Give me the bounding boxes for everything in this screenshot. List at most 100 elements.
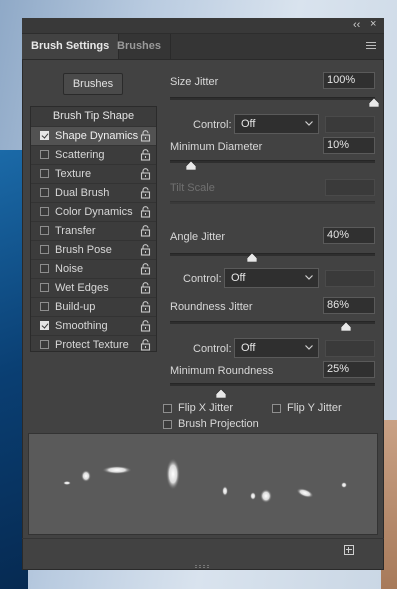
roundness-control-extra-field — [325, 340, 375, 357]
size-control-label: Control: — [193, 119, 232, 131]
brush-dab — [260, 489, 272, 503]
dual-brush-label: Dual Brush — [55, 187, 110, 199]
size-jitter-slider[interactable] — [170, 97, 375, 100]
flip-y-checkbox[interactable] — [272, 404, 281, 413]
color-dynamics-label: Color Dynamics — [55, 206, 133, 218]
panel-menu-icon[interactable] — [366, 42, 376, 50]
list-item-texture[interactable]: Texture — [31, 164, 156, 183]
min-roundness-field[interactable]: 25% — [323, 361, 375, 378]
roundness-control-value: Off — [241, 342, 256, 354]
flip-x-checkbox[interactable] — [163, 404, 172, 413]
flip-y-label: Flip Y Jitter — [287, 402, 342, 414]
new-brush-preset-icon[interactable] — [344, 545, 354, 555]
lock-icon[interactable] — [140, 244, 151, 256]
wet-edges-checkbox[interactable] — [40, 283, 49, 292]
lock-icon[interactable] — [140, 339, 151, 351]
list-item-smoothing[interactable]: Smoothing — [31, 316, 156, 335]
smoothing-checkbox[interactable] — [40, 321, 49, 330]
smoothing-label: Smoothing — [55, 320, 108, 332]
lock-icon[interactable] — [140, 187, 151, 199]
collapse-icon[interactable]: ‹‹ — [353, 19, 360, 31]
list-item-dual-brush[interactable]: Dual Brush — [31, 183, 156, 202]
angle-jitter-field[interactable]: 40% — [323, 227, 375, 244]
brush-options-list: Brush Tip Shape Shape Dynamics Scattering… — [30, 106, 157, 352]
resize-grip-icon[interactable] — [195, 565, 209, 568]
brushes-button[interactable]: Brushes — [63, 73, 123, 95]
list-item-color-dynamics[interactable]: Color Dynamics — [31, 202, 156, 221]
panel-tabs: Brush Settings Brushes — [22, 34, 384, 60]
lock-icon[interactable] — [140, 263, 151, 275]
wet-edges-label: Wet Edges — [55, 282, 109, 294]
tab-brush-settings[interactable]: Brush Settings — [22, 34, 120, 59]
angle-jitter-thumb[interactable] — [247, 253, 257, 262]
angle-jitter-slider[interactable] — [170, 253, 375, 256]
lock-icon[interactable] — [140, 149, 151, 161]
size-jitter-label: Size Jitter — [170, 76, 219, 88]
lock-icon[interactable] — [140, 301, 151, 313]
list-item-wet-edges[interactable]: Wet Edges — [31, 278, 156, 297]
list-item-transfer[interactable]: Transfer — [31, 221, 156, 240]
lock-icon[interactable] — [140, 130, 151, 142]
build-up-checkbox[interactable] — [40, 302, 49, 311]
roundness-control-label: Control: — [193, 343, 232, 355]
protect-texture-checkbox[interactable] — [40, 340, 49, 349]
min-diameter-field[interactable]: 10% — [323, 137, 375, 154]
size-control-extra-field — [325, 116, 375, 133]
tab-brushes[interactable]: Brushes — [108, 34, 172, 59]
min-roundness-label: Minimum Roundness — [170, 365, 274, 377]
lock-icon[interactable] — [140, 206, 151, 218]
texture-checkbox[interactable] — [40, 169, 49, 178]
min-diameter-slider[interactable] — [170, 160, 375, 163]
panel-title-strip: ‹‹ × — [22, 18, 384, 34]
noise-checkbox[interactable] — [40, 264, 49, 273]
build-up-label: Build-up — [55, 301, 96, 313]
transfer-checkbox[interactable] — [40, 226, 49, 235]
size-jitter-field[interactable]: 100% — [323, 72, 375, 89]
lock-icon[interactable] — [140, 225, 151, 237]
min-diameter-thumb[interactable] — [185, 161, 196, 170]
list-item-noise[interactable]: Noise — [31, 259, 156, 278]
brush-pose-checkbox[interactable] — [40, 245, 49, 254]
angle-jitter-label: Angle Jitter — [170, 231, 226, 243]
list-item-scattering[interactable]: Scattering — [31, 145, 156, 164]
shape-dynamics-checkbox[interactable] — [40, 131, 49, 140]
tilt-scale-slider — [170, 201, 375, 204]
min-roundness-thumb[interactable] — [216, 389, 227, 398]
flip-x-label: Flip X Jitter — [178, 402, 234, 414]
roundness-control-dropdown[interactable]: Off — [234, 338, 319, 358]
preview-dabs — [63, 458, 347, 503]
lock-icon[interactable] — [140, 282, 151, 294]
brush-dab — [63, 481, 71, 485]
brush-dab — [296, 488, 314, 498]
brush-stroke-preview — [28, 433, 378, 535]
texture-label: Texture — [55, 168, 92, 180]
size-control-value: Off — [241, 118, 256, 130]
list-item-brush-tip-shape[interactable]: Brush Tip Shape — [31, 107, 156, 126]
brush-projection-checkbox[interactable] — [163, 420, 172, 429]
list-item-build-up[interactable]: Build-up — [31, 297, 156, 316]
angle-control-dropdown[interactable]: Off — [224, 268, 319, 288]
tilt-scale-field — [325, 179, 375, 196]
min-roundness-slider[interactable] — [170, 383, 375, 386]
angle-control-label: Control: — [183, 273, 222, 285]
brush-dab — [81, 470, 91, 482]
lock-icon[interactable] — [140, 320, 151, 332]
scattering-checkbox[interactable] — [40, 150, 49, 159]
roundness-jitter-thumb[interactable] — [341, 322, 352, 331]
scattering-label: Scattering — [55, 149, 105, 161]
size-jitter-thumb[interactable] — [369, 98, 379, 107]
shape-dynamics-label: Shape Dynamics — [55, 130, 139, 142]
color-dynamics-checkbox[interactable] — [40, 207, 49, 216]
list-item-brush-pose[interactable]: Brush Pose — [31, 240, 156, 259]
chevron-down-icon — [305, 275, 313, 280]
brush-projection-label: Brush Projection — [178, 418, 259, 430]
chevron-down-icon — [305, 121, 313, 126]
close-icon[interactable]: × — [370, 18, 376, 30]
transfer-label: Transfer — [55, 225, 96, 237]
roundness-jitter-field[interactable]: 86% — [323, 297, 375, 314]
lock-icon[interactable] — [140, 168, 151, 180]
list-item-shape-dynamics[interactable]: Shape Dynamics — [31, 126, 156, 145]
list-item-protect-texture[interactable]: Protect Texture — [31, 335, 156, 354]
size-control-dropdown[interactable]: Off — [234, 114, 319, 134]
dual-brush-checkbox[interactable] — [40, 188, 49, 197]
